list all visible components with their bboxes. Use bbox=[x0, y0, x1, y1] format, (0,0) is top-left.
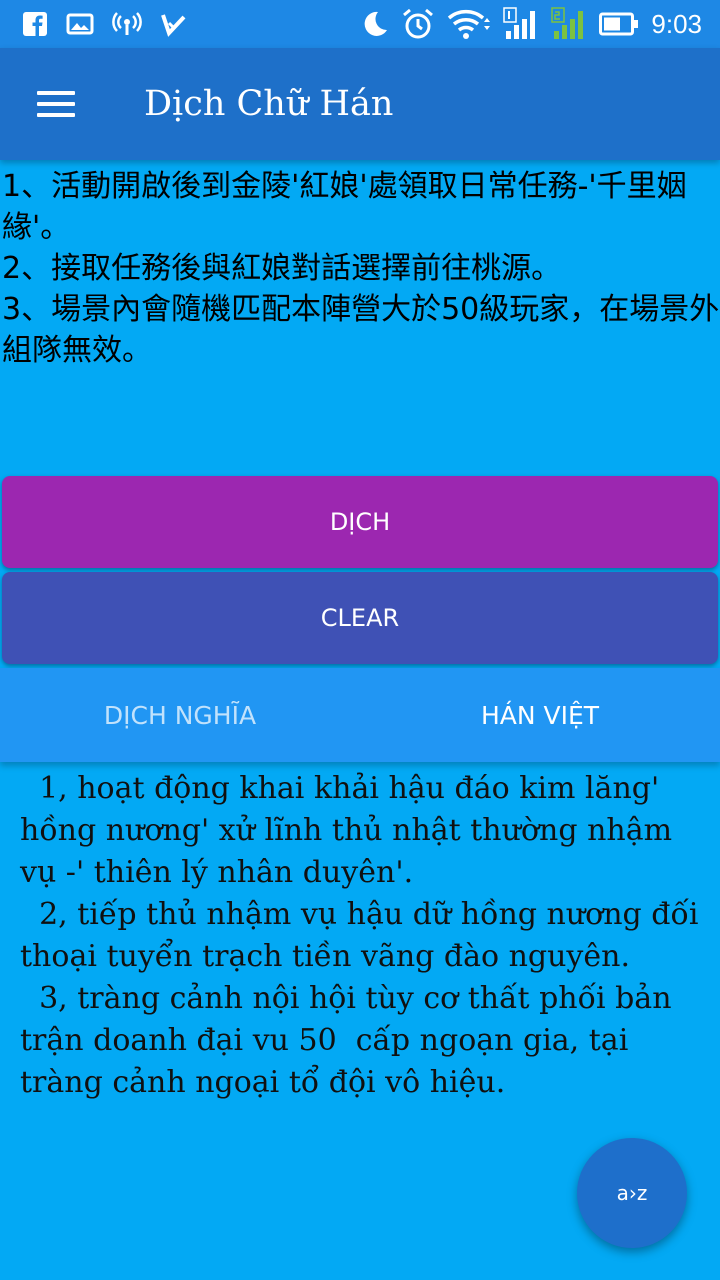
status-time: 9:03 bbox=[651, 8, 702, 39]
alarm-icon bbox=[401, 7, 435, 41]
signal-2-icon bbox=[551, 7, 587, 41]
tab-han-viet[interactable]: HÁN VIỆT bbox=[360, 668, 720, 762]
signal-1-icon bbox=[503, 7, 539, 41]
notification-check-icon bbox=[160, 11, 186, 37]
battery-icon bbox=[599, 11, 639, 37]
wifi-icon bbox=[447, 8, 491, 40]
mode-tabs: DỊCH NGHĨA HÁN VIỆT bbox=[0, 668, 720, 762]
clear-button[interactable]: CLEAR bbox=[2, 572, 718, 664]
tab-dich-nghia[interactable]: DỊCH NGHĨA bbox=[0, 668, 360, 762]
status-bar: 9:03 bbox=[0, 0, 720, 48]
app-title: Dịch Chữ Hán bbox=[144, 84, 394, 124]
hamburger-menu-icon[interactable] bbox=[0, 48, 112, 160]
gallery-icon bbox=[66, 12, 94, 36]
chinese-input[interactable]: 1、活動開啟後到金陵'紅娘'處領取日常任務-'千里姻緣'。 2、接取任務後與紅娘… bbox=[0, 166, 720, 466]
hotspot-icon bbox=[112, 11, 142, 37]
moon-icon bbox=[359, 9, 389, 39]
app-bar: Dịch Chữ Hán bbox=[0, 48, 720, 160]
translation-output: 1, hoạt động khai khải hậu đáo kim lăng'… bbox=[20, 771, 699, 1100]
facebook-icon bbox=[22, 11, 48, 37]
translate-az-icon[interactable]: a›z bbox=[577, 1138, 687, 1248]
translate-button[interactable]: DỊCH bbox=[2, 476, 718, 568]
